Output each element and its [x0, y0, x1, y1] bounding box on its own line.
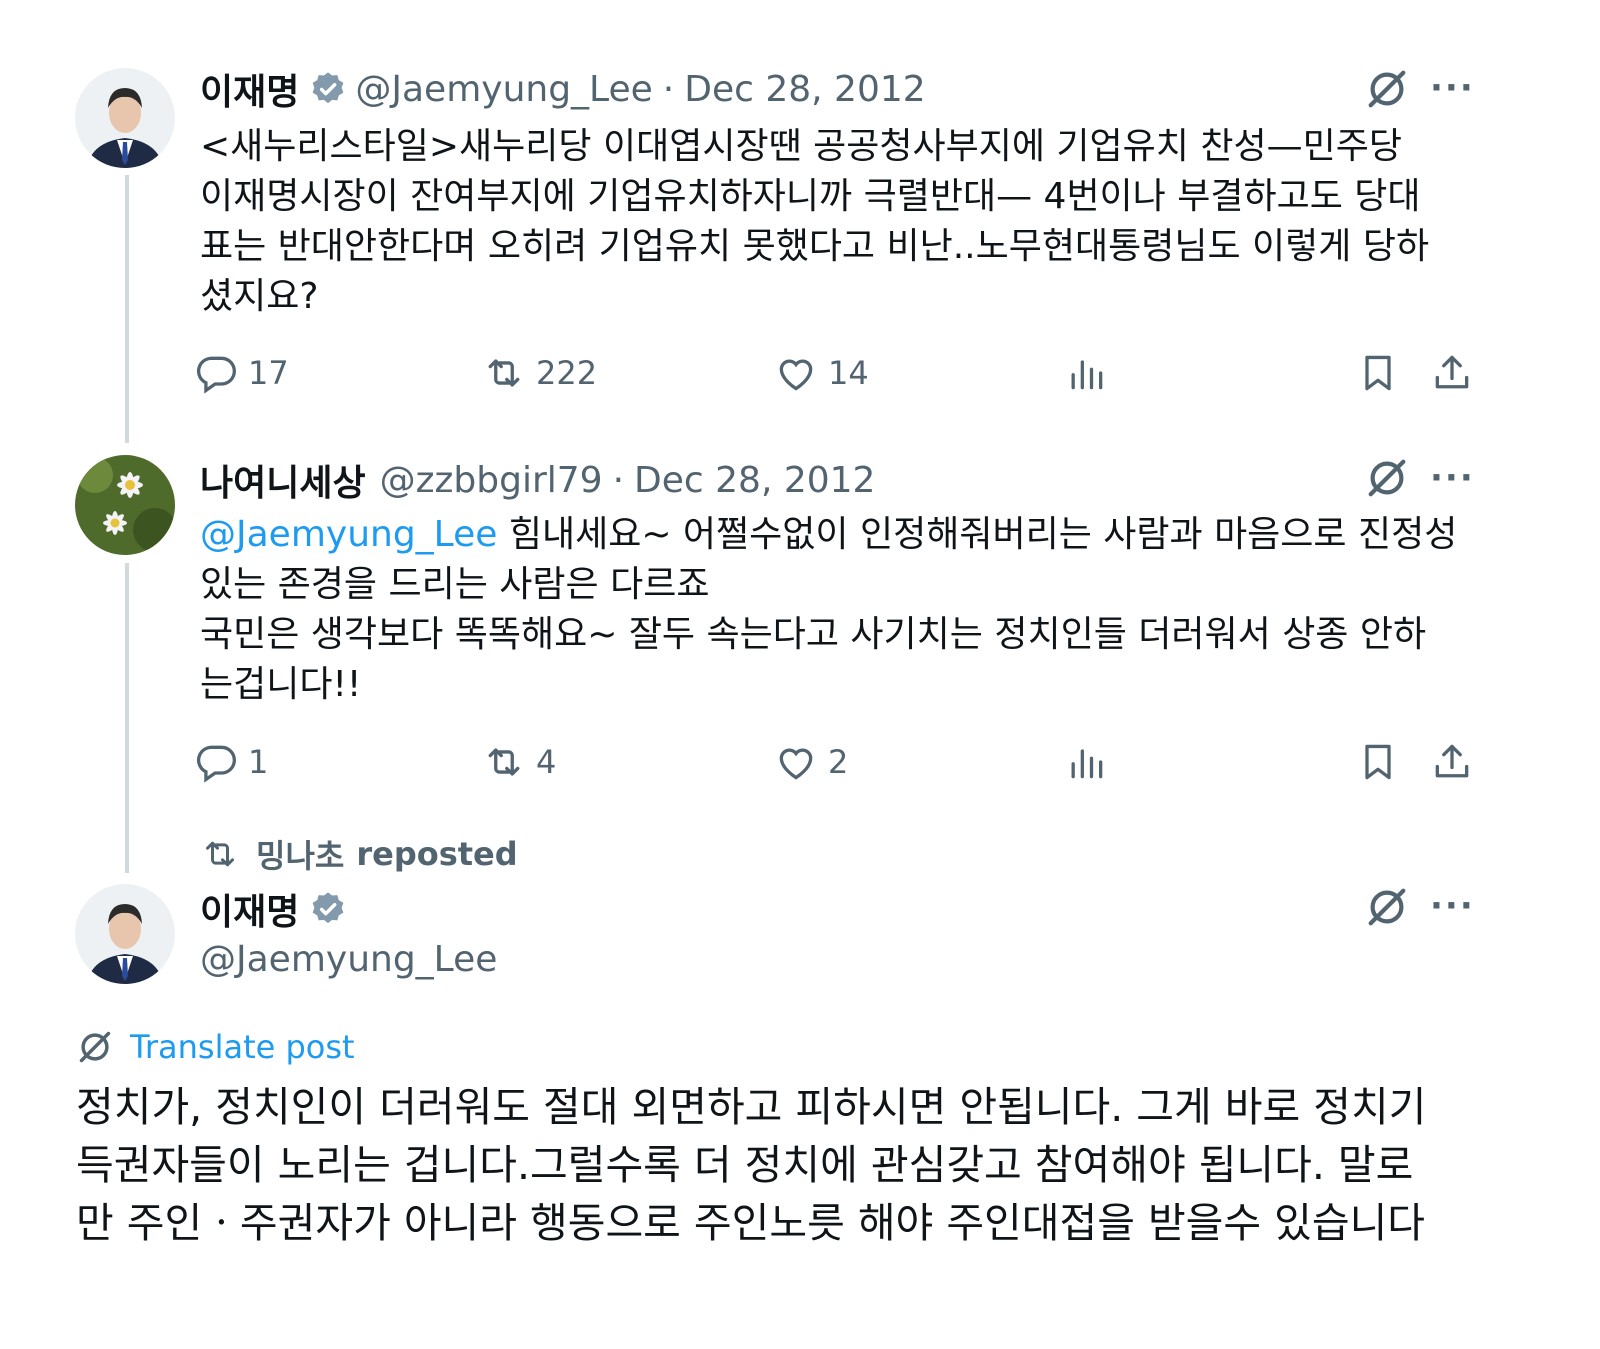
views-icon	[1064, 740, 1108, 784]
translate-icon[interactable]	[1364, 455, 1410, 501]
like-count: 14	[828, 354, 869, 392]
user-handle[interactable]: @Jaemyung_Lee	[355, 69, 652, 110]
like-icon	[774, 740, 818, 784]
display-name[interactable]: 이재명	[200, 883, 299, 935]
reposted-label: reposted	[356, 835, 518, 873]
repost-count: 4	[536, 743, 557, 781]
repost-icon	[482, 740, 526, 784]
reply-button[interactable]: 1	[194, 737, 268, 787]
repost-icon	[200, 834, 240, 874]
post-actions: 17 222 14	[200, 348, 1500, 398]
verified-badge-icon	[309, 890, 347, 928]
post-actions: 1 4 2	[200, 737, 1500, 787]
views-button[interactable]	[1064, 737, 1118, 787]
post-header: 나여니세상 @zzbbgirl79 · Dec 28, 2012	[200, 455, 875, 505]
verified-badge-icon	[309, 70, 347, 108]
avatar[interactable]	[75, 455, 175, 555]
mention-link[interactable]: @Jaemyung_Lee	[200, 514, 497, 555]
separator-dot: ·	[662, 68, 675, 110]
more-icon[interactable]: ···	[1430, 68, 1475, 108]
repost-button[interactable]: 222	[482, 348, 597, 398]
translate-icon[interactable]	[1364, 66, 1410, 112]
translate-post-link[interactable]: Translate post	[76, 1022, 355, 1072]
reply-count: 1	[248, 743, 269, 781]
like-icon	[774, 351, 818, 395]
main-post-text: 정치가, 정치인이 더러워도 절대 외면하고 피하시면 안됩니다. 그게 바로 …	[76, 1083, 1427, 1247]
reposter-name[interactable]: 밍나초	[256, 831, 344, 877]
thread-line-2	[125, 563, 129, 873]
repost-button[interactable]: 4	[482, 737, 556, 787]
avatar[interactable]	[75, 68, 175, 168]
repost-count: 222	[536, 354, 598, 392]
repost-notice[interactable]: 밍나초 reposted	[200, 832, 518, 876]
translate-icon[interactable]	[1364, 884, 1410, 930]
post-header: 이재명 @Jaemyung_Lee · Dec 28, 2012	[200, 64, 926, 114]
avatar-image	[75, 884, 175, 984]
reply-icon	[194, 740, 238, 784]
user-handle[interactable]: @Jaemyung_Lee	[200, 934, 497, 984]
translate-icon	[76, 1028, 114, 1066]
avatar[interactable]	[75, 884, 175, 984]
thread-line-1	[125, 175, 129, 443]
bookmark-icon	[1356, 351, 1400, 395]
user-handle[interactable]: @zzbbgirl79	[380, 460, 603, 501]
avatar-image	[75, 68, 175, 168]
views-button[interactable]	[1064, 348, 1118, 398]
bookmark-icon	[1356, 740, 1400, 784]
share-icon	[1430, 740, 1474, 784]
views-icon	[1064, 351, 1108, 395]
post-text: <새누리스타일>새누리당 이대엽시장땐 공공청사부지에 기업유치 찬성—민주당 …	[200, 126, 1430, 317]
like-button[interactable]: 2	[774, 737, 848, 787]
reply-icon	[194, 351, 238, 395]
more-icon[interactable]: ···	[1430, 886, 1475, 926]
avatar-image	[75, 455, 175, 555]
repost-icon	[482, 351, 526, 395]
display-name[interactable]: 이재명	[200, 63, 299, 115]
post-date[interactable]: Dec 28, 2012	[634, 460, 875, 501]
post-date[interactable]: Dec 28, 2012	[684, 69, 925, 110]
post-header: 이재명	[200, 884, 355, 934]
like-count: 2	[828, 743, 849, 781]
display-name[interactable]: 나여니세상	[200, 454, 366, 506]
share-button[interactable]	[1430, 348, 1484, 398]
translate-label: Translate post	[130, 1028, 355, 1066]
more-icon[interactable]: ···	[1430, 458, 1475, 498]
bookmark-button[interactable]	[1356, 348, 1410, 398]
separator-dot: ·	[612, 459, 625, 501]
bookmark-button[interactable]	[1356, 737, 1410, 787]
share-icon	[1430, 351, 1474, 395]
reply-button[interactable]: 17	[194, 348, 289, 398]
reply-count: 17	[248, 354, 289, 392]
post-text: @Jaemyung_Lee 힘내세요~ 어쩔수없이 인정해줘버리는 사람과 마음…	[200, 510, 1500, 710]
share-button[interactable]	[1430, 737, 1484, 787]
like-button[interactable]: 14	[774, 348, 869, 398]
